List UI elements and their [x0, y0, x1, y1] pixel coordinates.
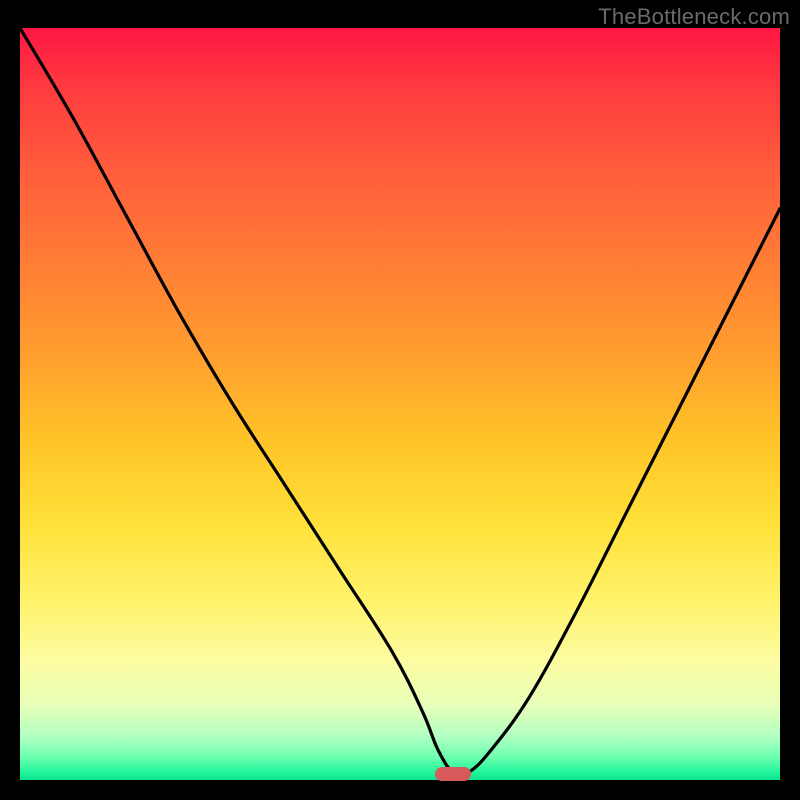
optimal-marker [435, 767, 471, 781]
plot-area [20, 28, 780, 780]
attribution-text: TheBottleneck.com [598, 4, 790, 30]
bottleneck-line [20, 28, 780, 780]
chart-canvas: TheBottleneck.com [0, 0, 800, 800]
